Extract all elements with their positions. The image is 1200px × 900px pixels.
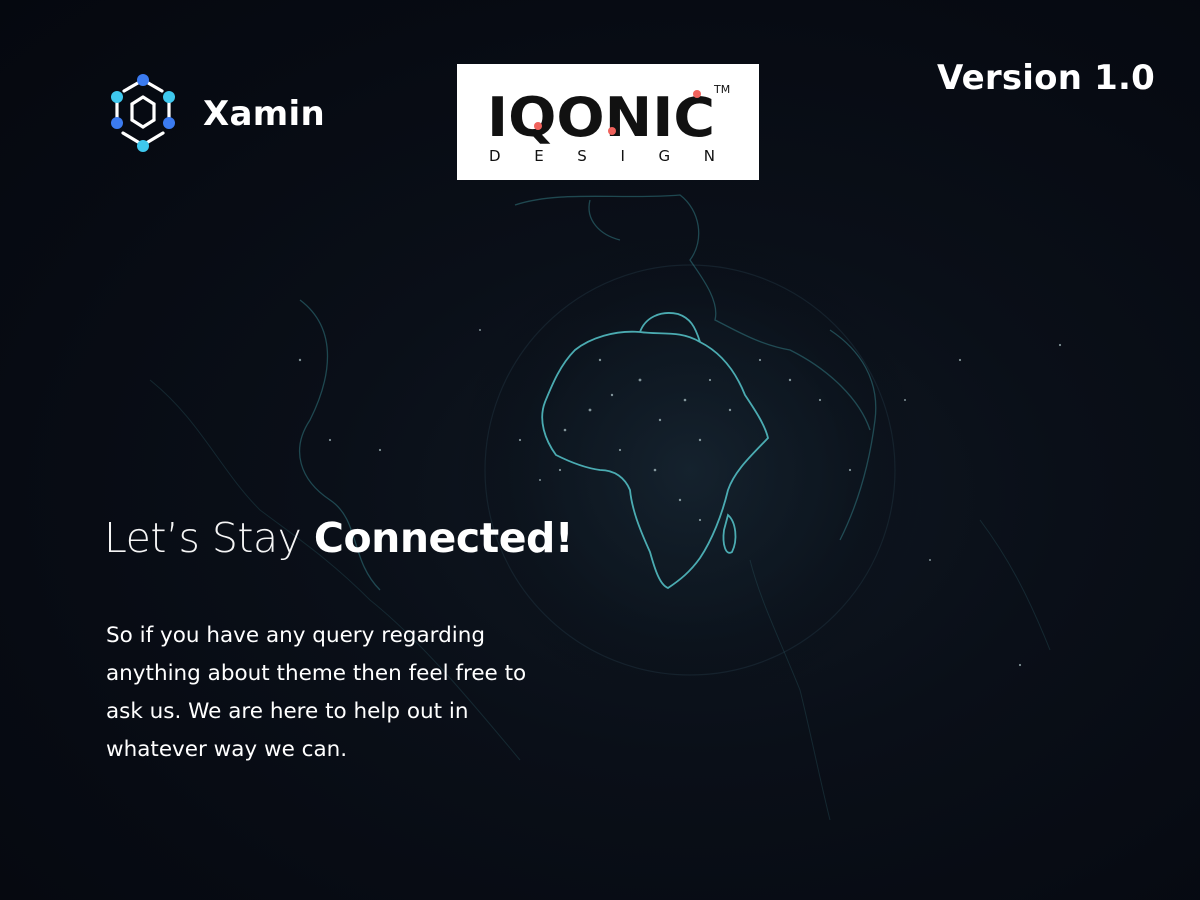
partner-trademark: TM (713, 83, 730, 96)
partner-wordmark: IQONIC (487, 86, 715, 149)
brand-name: Xamin (203, 94, 325, 134)
brand: Xamin (107, 73, 325, 153)
iqonic-design-logo: IQONIC TM DESIGN (457, 64, 759, 180)
headline-light: Let’s Stay (104, 514, 314, 562)
welcome-page: Xamin IQONIC TM DESIGN Version 1.0 Let’s… (0, 0, 1200, 900)
headline-bold: Connected! (313, 514, 574, 562)
version-label: Version 1.0 (936, 58, 1155, 98)
partner-subtitle: DESIGN (489, 147, 715, 165)
support-message: So if you have any query regarding anyth… (106, 623, 527, 762)
hexagon-network-icon (111, 74, 175, 152)
headline: Let’s Stay Connected! (104, 514, 574, 562)
